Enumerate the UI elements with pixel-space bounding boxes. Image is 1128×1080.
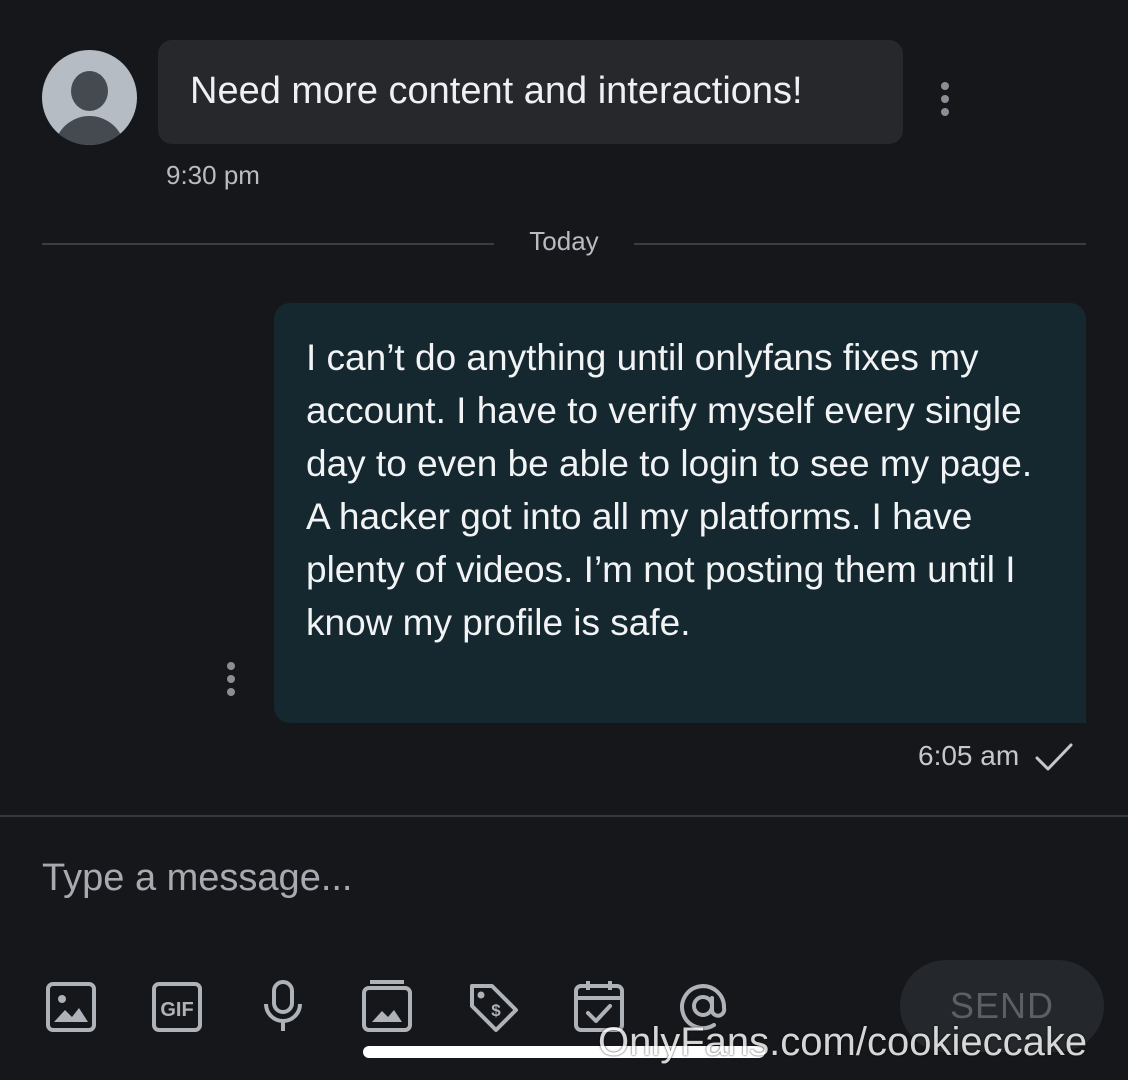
incoming-message-bubble[interactable]: Need more content and interactions! xyxy=(158,40,903,144)
outgoing-message-more-icon[interactable] xyxy=(226,662,236,698)
gif-icon[interactable]: GIF xyxy=(150,978,204,1034)
composer-separator xyxy=(0,815,1128,817)
avatar-body-shape xyxy=(54,116,125,145)
vault-icon[interactable] xyxy=(360,978,414,1034)
message-input[interactable] xyxy=(42,848,1082,908)
avatar-head-shape xyxy=(71,71,108,111)
outgoing-message-bubble[interactable]: I can’t do anything until onlyfans fixes… xyxy=(274,303,1086,723)
incoming-message-more-icon[interactable] xyxy=(940,82,950,118)
date-divider-label: Today xyxy=(529,226,599,256)
date-divider-line-right xyxy=(634,243,1086,245)
date-divider-line-left xyxy=(42,243,494,245)
svg-text:GIF: GIF xyxy=(160,999,193,1021)
outgoing-message-time: 6:05 am xyxy=(918,740,1020,771)
avatar[interactable] xyxy=(42,50,137,145)
price-tag-icon[interactable]: $ xyxy=(466,978,520,1034)
microphone-icon[interactable] xyxy=(256,978,310,1034)
image-icon[interactable] xyxy=(44,978,98,1034)
watermark: OnlyFans.com/cookieccake xyxy=(598,1020,1088,1064)
incoming-message-time: 9:30 pm xyxy=(166,160,260,190)
check-icon xyxy=(1035,743,1073,771)
svg-text:$: $ xyxy=(491,1001,501,1020)
